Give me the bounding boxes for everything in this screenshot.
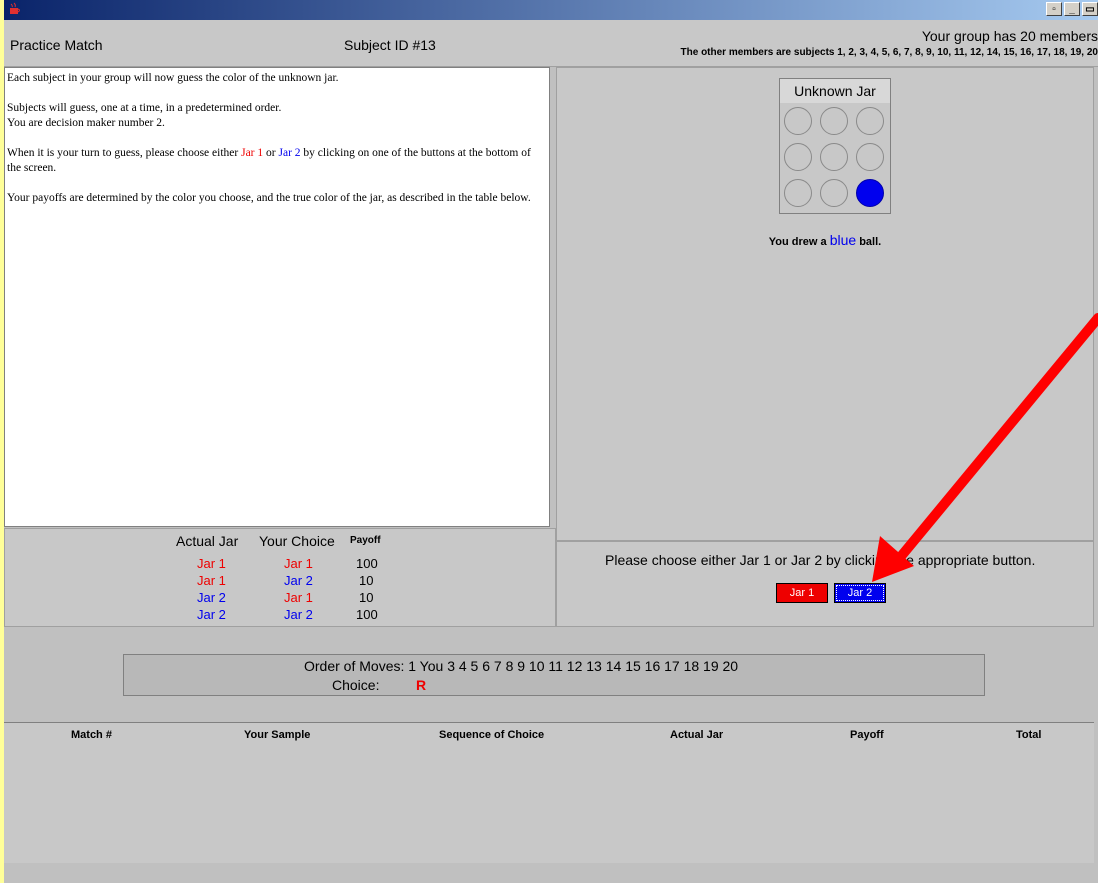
table-cell: Jar 1 [197,556,226,571]
table-cell: Jar 1 [197,573,226,588]
group-members: The other members are subjects 1, 2, 3, … [680,47,1098,58]
choose-prompt: Please choose either Jar 1 or Jar 2 by c… [605,552,1036,568]
history-table: Match # Your Sample Sequence of Choice A… [4,722,1094,863]
col-header-match: Match # [71,729,112,741]
ball [784,179,812,207]
jar-title: Unknown Jar [780,79,890,103]
ball [784,143,812,171]
table-cell: 10 [359,573,374,588]
table-cell: Jar 1 [284,590,313,605]
minimize-button[interactable]: _ [1064,2,1080,16]
table-cell: Jar 2 [284,607,313,622]
col-header-actual-jar: Actual Jar [176,533,239,549]
col-header-sequence: Sequence of Choice [439,729,545,741]
instruction-fragment: When it is your turn to guess, please ch… [7,147,242,159]
jar1-text: Jar 1 [241,147,264,159]
ball [784,107,812,135]
draw-color: blue [829,232,857,248]
jar2-text: Jar 2 [278,147,301,159]
draw-suffix: ball. [856,236,882,248]
choice-value: R [416,677,427,693]
choice-label: Choice: [332,677,380,693]
col-header-total: Total [1016,729,1042,741]
instruction-text: Your payoffs are determined by the color… [7,192,531,204]
instruction-text: When it is your turn to guess, please ch… [7,146,547,176]
draw-prefix: You drew a [768,236,830,248]
payoff-table: Actual Jar Your Choice Payoff Jar 1 Jar … [4,528,556,627]
table-cell: 100 [356,556,378,571]
instruction-text: Each subject in your group will now gues… [7,72,339,84]
match-title: Practice Match [10,37,103,53]
maximize-button[interactable]: ▭ [1082,2,1098,16]
col-header-payoff: Payoff [850,729,884,741]
jar-panel: Unknown Jar You drew a blue ball. [556,67,1094,541]
col-header-payoff: Payoff [350,535,381,546]
group-size: Your group has 20 members [921,28,1098,44]
ball [820,143,848,171]
col-header-sample: Your Sample [244,729,311,741]
unknown-jar: Unknown Jar [779,78,891,214]
restore-icon[interactable]: ▫ [1046,2,1062,16]
ball [856,107,884,135]
ball [856,143,884,171]
jar2-button[interactable]: Jar 2 [834,583,886,603]
ball [820,179,848,207]
table-cell: 100 [356,607,378,622]
header-bar: Practice Match Subject ID #13 Your group… [4,20,1098,67]
subject-id: Subject ID #13 [344,37,436,53]
order-label: Order of Moves: 1 You 3 4 5 6 7 8 9 10 1… [304,658,739,674]
instruction-fragment: or [263,147,279,159]
java-cup-icon [10,2,20,14]
order-text: Subjects will guess, one at a time, in a… [7,102,282,114]
drawn-ball [856,179,884,207]
table-cell: Jar 1 [284,556,313,571]
draw-result: You drew a blue ball. [557,232,1093,248]
order-of-moves: Order of Moves: 1 You 3 4 5 6 7 8 9 10 1… [123,654,985,696]
table-cell: Jar 2 [284,573,313,588]
ball [820,107,848,135]
instruction-text: Subjects will guess, one at a time, in a… [7,101,547,131]
table-cell: 10 [359,590,374,605]
table-cell: Jar 2 [197,590,226,605]
table-cell: Jar 2 [197,607,226,622]
jar1-button[interactable]: Jar 1 [776,583,828,603]
instructions-panel: Each subject in your group will now gues… [4,67,550,527]
title-bar: ▫ _ ▭ [4,0,1098,20]
choose-panel: Please choose either Jar 1 or Jar 2 by c… [556,541,1094,627]
col-header-your-choice: Your Choice [259,533,335,549]
decision-maker-text: You are decision maker number 2. [7,117,165,129]
col-header-actual-jar: Actual Jar [670,729,724,741]
